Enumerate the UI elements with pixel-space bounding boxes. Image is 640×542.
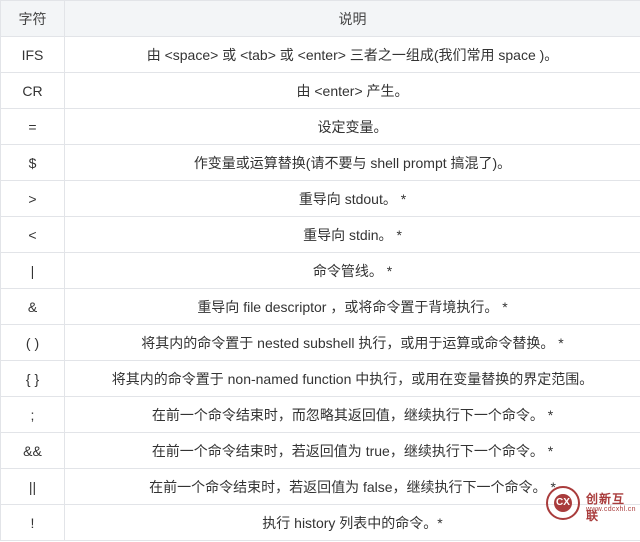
shell-characters-table: 字符 说明 IFS由 <space> 或 <tab> 或 <enter> 三者之… <box>0 0 640 541</box>
table-row: !执行 history 列表中的命令。* <box>1 505 640 541</box>
table-row: &重导向 file descriptor ，或将命令置于背境执行。 * <box>1 289 640 325</box>
cell-symbol: > <box>1 181 65 217</box>
cell-symbol: ; <box>1 397 65 433</box>
table-row: =设定变量。 <box>1 109 640 145</box>
table-row: CR由 <enter> 产生。 <box>1 73 640 109</box>
cell-symbol: ! <box>1 505 65 541</box>
cell-description: 在前一个命令结束时，若返回值为 false，继续执行下一个命令。 * <box>65 469 640 505</box>
table-row: &&在前一个命令结束时，若返回值为 true，继续执行下一个命令。 * <box>1 433 640 469</box>
cell-symbol: = <box>1 109 65 145</box>
table-row: <重导向 stdin。 * <box>1 217 640 253</box>
table-row: $作变量或运算替换(请不要与 shell prompt 搞混了)。 <box>1 145 640 181</box>
cell-symbol: | <box>1 253 65 289</box>
table-row: ;在前一个命令结束时，而忽略其返回值，继续执行下一个命令。 * <box>1 397 640 433</box>
cell-symbol: $ <box>1 145 65 181</box>
table-row: ||在前一个命令结束时，若返回值为 false，继续执行下一个命令。 * <box>1 469 640 505</box>
cell-symbol: CR <box>1 73 65 109</box>
cell-description: 由 <enter> 产生。 <box>65 73 640 109</box>
table-row: ( )将其内的命令置于 nested subshell 执行，或用于运算或命令替… <box>1 325 640 361</box>
cell-description: 重导向 stdout。 * <box>65 181 640 217</box>
cell-symbol: && <box>1 433 65 469</box>
cell-symbol: || <box>1 469 65 505</box>
cell-symbol: { } <box>1 361 65 397</box>
table-row: |命令管线。 * <box>1 253 640 289</box>
cell-symbol: < <box>1 217 65 253</box>
cell-description: 将其内的命令置于 nested subshell 执行，或用于运算或命令替换。 … <box>65 325 640 361</box>
cell-description: 重导向 stdin。 * <box>65 217 640 253</box>
cell-description: 由 <space> 或 <tab> 或 <enter> 三者之一组成(我们常用 … <box>65 37 640 73</box>
cell-description: 命令管线。 * <box>65 253 640 289</box>
cell-description: 重导向 file descriptor ，或将命令置于背境执行。 * <box>65 289 640 325</box>
table-header-row: 字符 说明 <box>1 1 640 37</box>
cell-description: 将其内的命令置于 non-named function 中执行，或用在变量替换的… <box>65 361 640 397</box>
header-description: 说明 <box>65 1 640 37</box>
cell-description: 在前一个命令结束时，若返回值为 true，继续执行下一个命令。 * <box>65 433 640 469</box>
table-row: IFS由 <space> 或 <tab> 或 <enter> 三者之一组成(我们… <box>1 37 640 73</box>
cell-symbol: IFS <box>1 37 65 73</box>
cell-description: 作变量或运算替换(请不要与 shell prompt 搞混了)。 <box>65 145 640 181</box>
cell-description: 设定变量。 <box>65 109 640 145</box>
cell-symbol: & <box>1 289 65 325</box>
cell-description: 执行 history 列表中的命令。* <box>65 505 640 541</box>
cell-symbol: ( ) <box>1 325 65 361</box>
table-row: >重导向 stdout。 * <box>1 181 640 217</box>
cell-description: 在前一个命令结束时，而忽略其返回值，继续执行下一个命令。 * <box>65 397 640 433</box>
header-symbol: 字符 <box>1 1 65 37</box>
table-row: { }将其内的命令置于 non-named function 中执行，或用在变量… <box>1 361 640 397</box>
